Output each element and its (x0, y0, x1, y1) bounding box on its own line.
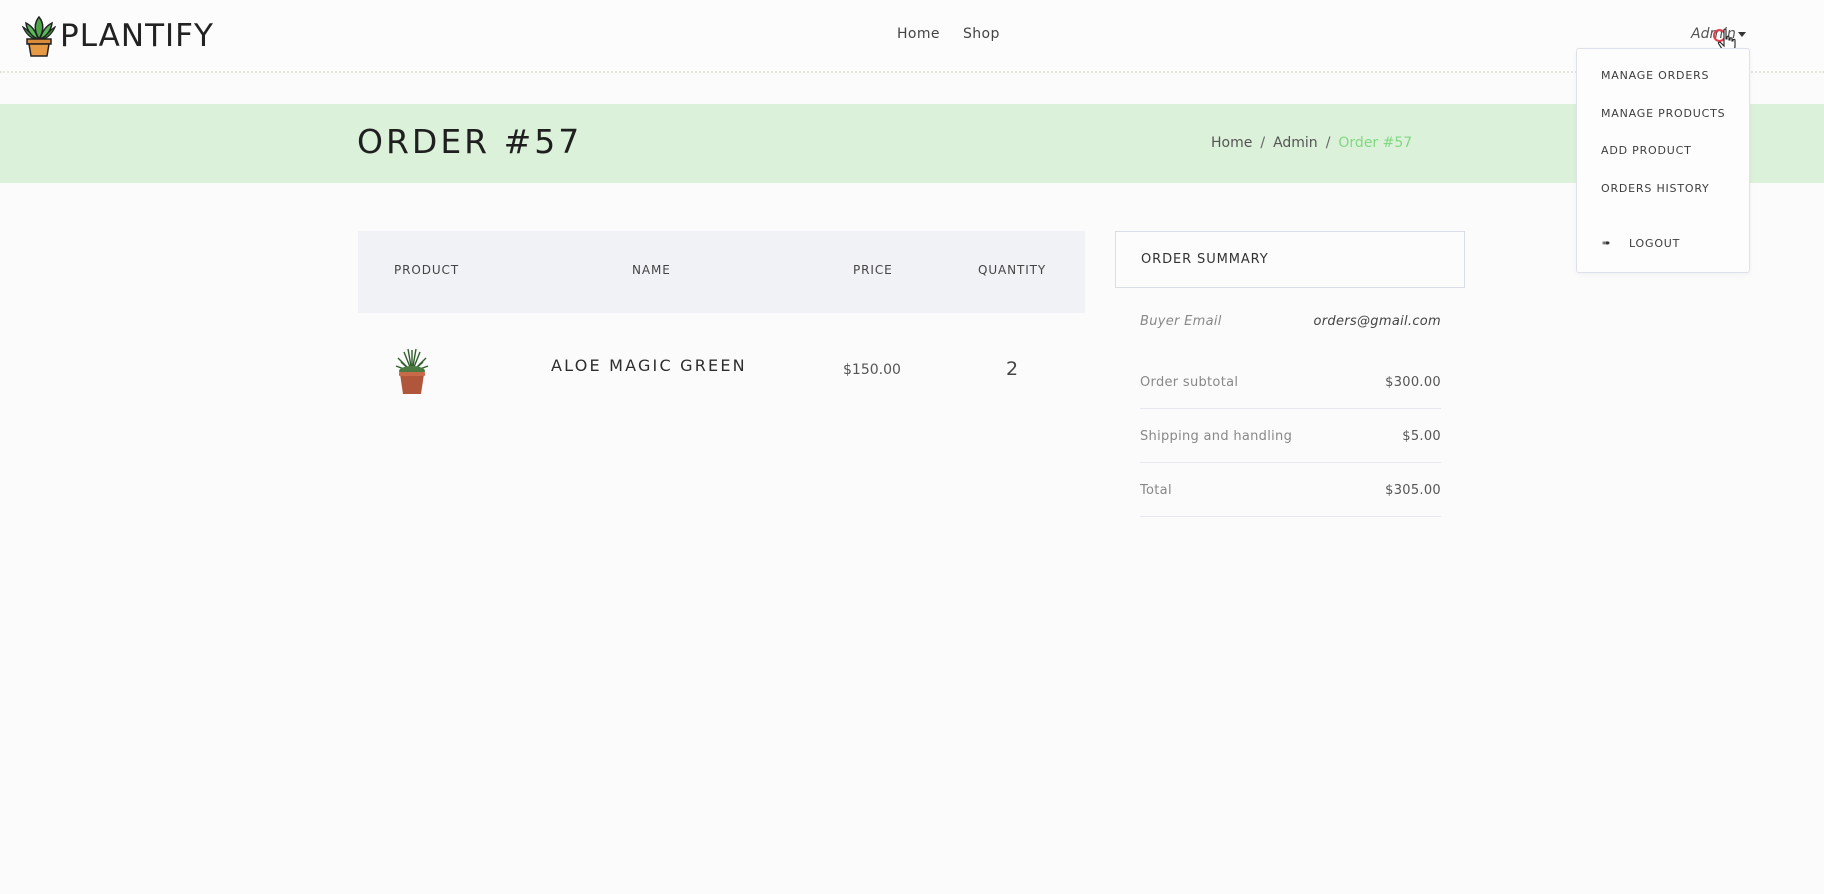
sign-out-icon: ➠ (1602, 238, 1611, 249)
total-value: $305.00 (1385, 483, 1441, 498)
column-header-quantity: QUANTITY (978, 263, 1047, 277)
page-title: ORDER #57 (357, 122, 583, 161)
summary-buyer-email-row: Buyer Email orders@gmail.com (1140, 314, 1441, 347)
nav-home-link[interactable]: Home (897, 26, 940, 42)
breadcrumb-separator: / (1260, 135, 1266, 151)
caret-down-icon (1737, 31, 1746, 37)
column-header-product: PRODUCT (394, 263, 460, 277)
summary-label: Shipping and handling (1140, 429, 1293, 444)
admin-dropdown-menu: MANAGE ORDERS MANAGE PRODUCTS ADD PRODUC… (1576, 48, 1750, 273)
summary-subtotal-row: Order subtotal $300.00 (1140, 375, 1441, 409)
page-banner: ORDER #57 Home / Admin / Order #57 (0, 104, 1824, 183)
subtotal-value: $300.00 (1385, 375, 1441, 390)
product-image[interactable] (394, 346, 430, 396)
table-row: ALOE MAGIC GREEN $150.00 2 (358, 330, 1085, 400)
top-navbar: PLANTIFY Home Shop Admin (0, 0, 1824, 73)
breadcrumb-separator: / (1325, 135, 1331, 151)
menu-item-logout[interactable]: LOGOUT (1629, 237, 1680, 250)
brand-logo[interactable]: PLANTIFY (22, 15, 214, 57)
breadcrumb-home[interactable]: Home (1211, 135, 1252, 151)
summary-label: Order subtotal (1140, 375, 1239, 390)
column-header-name: NAME (632, 263, 671, 277)
menu-item-orders-history[interactable]: ORDERS HISTORY (1601, 182, 1710, 195)
menu-item-manage-orders[interactable]: MANAGE ORDERS (1601, 69, 1709, 82)
brand-name: PLANTIFY (60, 18, 214, 54)
menu-item-add-product[interactable]: ADD PRODUCT (1601, 144, 1692, 157)
summary-label: Total (1140, 483, 1172, 498)
breadcrumb-current: Order #57 (1338, 135, 1413, 151)
nav-shop-link[interactable]: Shop (963, 26, 1000, 42)
plant-pot-icon (22, 15, 56, 57)
order-summary-header: ORDER SUMMARY (1115, 231, 1465, 288)
summary-label: Buyer Email (1140, 314, 1222, 329)
product-price: $150.00 (843, 362, 901, 378)
product-name: ALOE MAGIC GREEN (551, 356, 747, 375)
main-nav: Home Shop (897, 26, 1023, 42)
buyer-email-value: orders@gmail.com (1313, 314, 1441, 329)
menu-item-manage-products[interactable]: MANAGE PRODUCTS (1601, 107, 1725, 120)
order-summary-title: ORDER SUMMARY (1141, 252, 1269, 267)
summary-shipping-row: Shipping and handling $5.00 (1140, 429, 1441, 463)
breadcrumb-admin[interactable]: Admin (1273, 135, 1318, 151)
breadcrumb: Home / Admin / Order #57 (1211, 135, 1412, 151)
product-quantity: 2 (1006, 358, 1019, 380)
order-table-header: PRODUCT NAME PRICE QUANTITY (358, 231, 1085, 313)
summary-total-row: Total $305.00 (1140, 483, 1441, 517)
shipping-value: $5.00 (1402, 429, 1441, 444)
column-header-price: PRICE (853, 263, 893, 277)
